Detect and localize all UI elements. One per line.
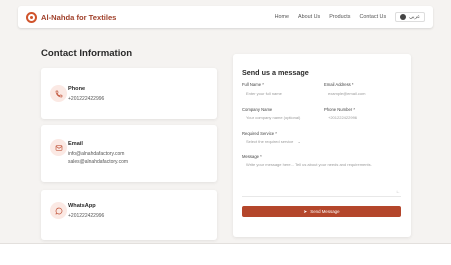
whatsapp-card: WhatsApp +201222422996 [41, 190, 217, 240]
nav-products[interactable]: Products [329, 14, 350, 20]
phone-input[interactable]: +201222422996 [328, 115, 357, 120]
language-label: عربي [409, 14, 420, 20]
company-input[interactable]: Your company name (optional) [246, 115, 300, 120]
nav-home[interactable]: Home [275, 14, 289, 20]
email-info[interactable]: info@alnahdafactory.com [68, 151, 124, 157]
message-textarea[interactable]: Write your message here... Tell us about… [242, 161, 401, 197]
chevron-down-icon: ⌄ [297, 139, 301, 144]
phone-card: Phone +201222422996 [41, 68, 217, 119]
language-switch-button[interactable]: عربي [395, 12, 425, 22]
resize-handle-icon: ∟ [396, 189, 400, 194]
site-header: Al-Nahda for Textiles Home About Us Prod… [18, 6, 433, 28]
phone-icon [50, 85, 67, 102]
brand-name: Al-Nahda for Textiles [41, 12, 117, 22]
email-address-label: Email Address * [324, 82, 354, 87]
email-sales[interactable]: sales@alnahdafactory.com [68, 159, 128, 165]
phone-number-label: Phone Number * [324, 107, 355, 112]
nav-contact[interactable]: Contact Us [359, 14, 386, 20]
form-title: Send us a message [242, 68, 309, 77]
mail-icon [50, 139, 67, 156]
message-placeholder: Write your message here... Tell us about… [246, 162, 372, 167]
globe-icon [400, 14, 407, 20]
whatsapp-number[interactable]: +201222422996 [68, 213, 104, 219]
logo-icon [26, 11, 37, 23]
whatsapp-icon [50, 202, 67, 219]
full-name-label: Full Name * [242, 82, 264, 87]
contact-info-title: Contact Information [41, 48, 133, 59]
company-label: Company Name [242, 107, 273, 112]
page-viewport: Al-Nahda for Textiles Home About Us Prod… [0, 0, 451, 244]
send-icon: ➤ [303, 208, 308, 214]
service-select-value: Select the required service [246, 139, 294, 144]
email-title: Email [68, 141, 83, 147]
email-input[interactable]: example@email.com [328, 91, 365, 96]
service-label: Required Service * [242, 131, 277, 136]
brand-logo[interactable]: Al-Nahda for Textiles [26, 11, 117, 23]
send-message-button[interactable]: ➤ Send Message [242, 206, 401, 217]
send-message-label: Send Message [310, 209, 340, 214]
service-select[interactable]: Select the required service ⌄ [246, 139, 301, 144]
nav-about[interactable]: About Us [298, 14, 320, 20]
phone-title: Phone [68, 86, 86, 92]
message-label: Message * [242, 154, 262, 159]
phone-number[interactable]: +201222422996 [68, 96, 104, 102]
main-nav: Home About Us Products Contact Us عربي [266, 12, 425, 22]
email-card: Email info@alnahdafactory.com sales@alna… [41, 125, 217, 182]
full-name-input[interactable]: Enter your full name [246, 91, 282, 96]
message-form: Send us a message Full Name * Enter your… [233, 54, 411, 237]
whatsapp-title: WhatsApp [68, 203, 96, 209]
